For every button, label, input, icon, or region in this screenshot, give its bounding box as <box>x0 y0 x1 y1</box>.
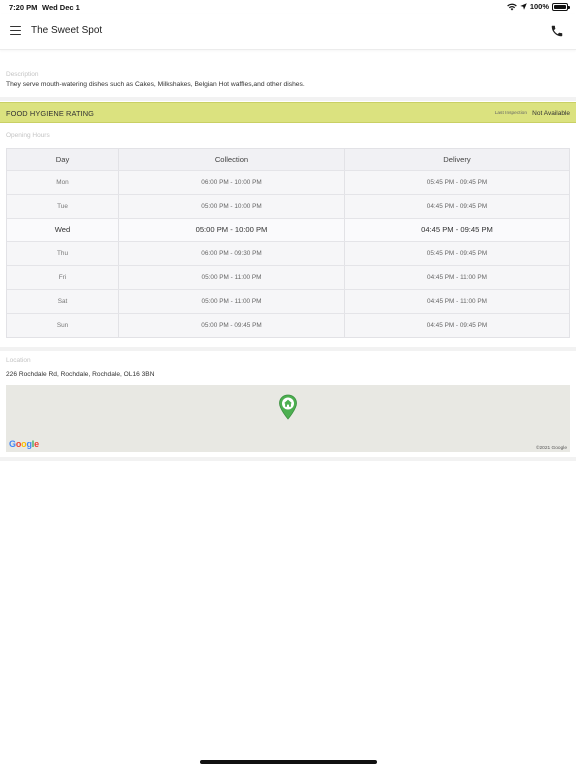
collection-cell: 06:00 PM - 09:30 PM <box>119 242 345 266</box>
delivery-cell: 04:45 PM - 11:00 PM <box>427 274 487 282</box>
google-logo: Google <box>9 439 39 449</box>
header-day: Day <box>7 149 119 170</box>
day-cell: Thu <box>7 242 119 266</box>
location-address: 226 Rochdale Rd, Rochdale, Rochdale, OL1… <box>6 371 155 378</box>
day-cell: Mon <box>7 171 119 194</box>
table-row: Thu 06:00 PM - 09:30 PM 05:45 PM - 09:45… <box>7 241 569 266</box>
collection-cell: 05:00 PM - 10:00 PM <box>119 218 345 242</box>
status-bar: 7:20 PM Wed Dec 1 100% <box>0 0 576 14</box>
delivery-cell: 04:45 PM - 09:45 PM <box>421 225 493 235</box>
table-header-row: Day Collection Delivery <box>7 149 569 170</box>
table-row: Fri 05:00 PM - 11:00 PM 04:45 PM - 11:00… <box>7 265 569 289</box>
day-cell: Sun <box>7 313 119 337</box>
delivery-cell: 05:45 PM - 09:45 PM <box>426 250 488 258</box>
status-time: 7:20 PM <box>9 3 38 12</box>
header-collection: Collection <box>119 149 345 170</box>
wifi-icon <box>507 3 517 10</box>
opening-hours-table: Day Collection Delivery Mon 06:00 PM - 1… <box>6 148 570 338</box>
delivery-cell: 04:45 PM - 09:45 PM <box>426 202 488 210</box>
home-map-pin-icon[interactable] <box>278 394 298 420</box>
collection-cell: 05:00 PM - 10:00 PM <box>119 194 345 218</box>
status-date: Wed Dec 1 <box>42 3 80 12</box>
last-inspection-value: Not Available <box>532 109 570 117</box>
delivery-cell: 05:45 PM - 09:45 PM <box>426 178 488 186</box>
collection-cell: 05:00 PM - 11:00 PM <box>119 266 345 289</box>
section-divider <box>0 97 576 101</box>
table-row: Mon 06:00 PM - 10:00 PM 05:45 PM - 09:45… <box>7 170 569 194</box>
section-divider <box>0 457 576 461</box>
delivery-cell: 04:45 PM - 09:45 PM <box>426 321 488 329</box>
hamburger-menu-icon[interactable] <box>10 26 21 35</box>
home-indicator[interactable] <box>200 760 377 764</box>
page-title: The Sweet Spot <box>31 25 103 36</box>
last-inspection-label: Last Inspection <box>494 111 527 116</box>
delivery-cell: 04:45 PM - 11:00 PM <box>427 297 487 305</box>
table-row: Wed 05:00 PM - 10:00 PM 04:45 PM - 09:45… <box>7 217 569 242</box>
navigation-bar: The Sweet Spot <box>0 14 576 50</box>
day-cell: Fri <box>7 266 119 289</box>
day-cell: Wed <box>7 218 119 242</box>
map-view[interactable]: Google ©2021 Google <box>6 385 570 452</box>
battery-icon <box>552 2 570 11</box>
day-cell: Tue <box>7 194 119 218</box>
status-indicators: 100% <box>507 2 570 11</box>
day-cell: Sat <box>7 289 119 313</box>
location-label: Location <box>6 357 31 364</box>
description-label: Description <box>6 71 39 78</box>
section-divider <box>0 347 576 351</box>
table-row: Sat 05:00 PM - 11:00 PM 04:45 PM - 11:00… <box>7 288 569 313</box>
header-delivery: Delivery <box>443 155 471 164</box>
description-text: They serve mouth-watering dishes such as… <box>6 81 305 88</box>
table-row: Tue 05:00 PM - 10:00 PM 04:45 PM - 09:45… <box>7 193 569 218</box>
table-row: Sun 05:00 PM - 09:45 PM 04:45 PM - 09:45… <box>7 312 569 337</box>
food-hygiene-rating-bar: FOOD HYGIENE RATING Last Inspection Not … <box>0 102 576 123</box>
collection-cell: 05:00 PM - 11:00 PM <box>119 289 345 313</box>
location-arrow-icon <box>520 3 527 10</box>
battery-percent: 100% <box>529 2 549 11</box>
food-hygiene-label: FOOD HYGIENE RATING <box>6 109 94 118</box>
phone-icon[interactable] <box>550 24 564 38</box>
collection-cell: 06:00 PM - 10:00 PM <box>119 171 345 194</box>
map-copyright: ©2021 Google <box>535 446 567 451</box>
opening-hours-label: Opening Hours <box>6 132 50 139</box>
collection-cell: 05:00 PM - 09:45 PM <box>119 313 345 337</box>
